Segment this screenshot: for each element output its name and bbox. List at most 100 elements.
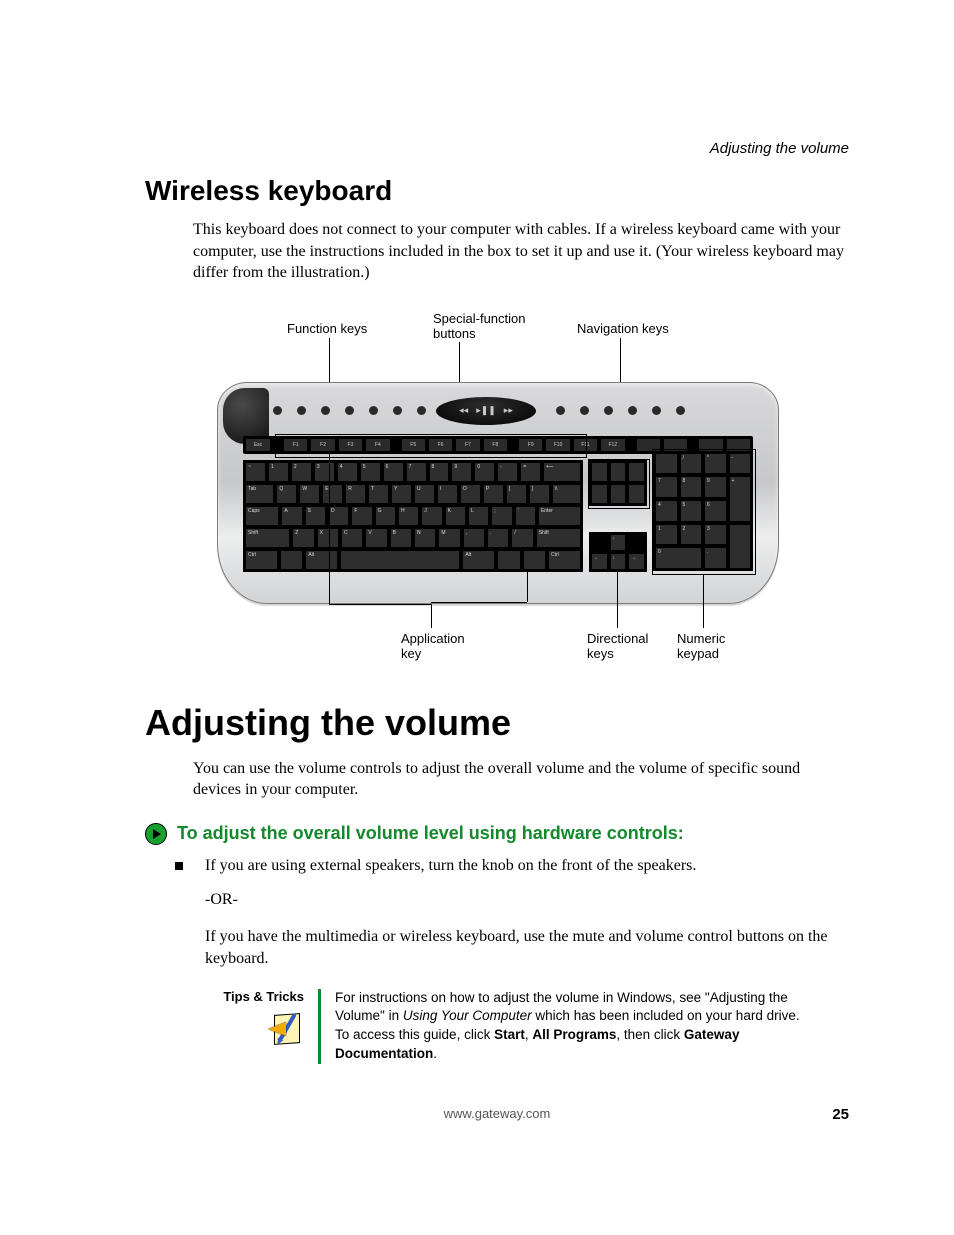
keyboard-figure: Function keys Special-function buttons N… (217, 312, 777, 672)
paragraph-wireless-keyboard: This keyboard does not connect to your c… (145, 219, 849, 284)
media-button-icon (580, 406, 589, 415)
or-separator: -OR- (145, 889, 849, 911)
key: 6 (704, 500, 727, 522)
navigation-cluster (589, 460, 647, 506)
leader-line (329, 454, 330, 604)
key-ctrl: Ctrl (548, 550, 581, 570)
key-win (497, 550, 520, 570)
label-line: Application (401, 631, 465, 646)
key: 7 (406, 462, 427, 482)
play-icon (145, 823, 167, 845)
heading-adjusting-volume: Adjusting the volume (145, 702, 849, 744)
key-shift: Shift (245, 528, 290, 548)
heading-wireless-keyboard: Wireless keyboard (145, 175, 849, 207)
key: U (414, 484, 435, 504)
alpha-key-block: ~ 1 2 3 4 5 6 7 8 9 0 - = ⟵ Tab Q W E R (243, 460, 583, 572)
key: = (520, 462, 541, 482)
label-special-function-buttons: Special-function buttons (433, 312, 526, 342)
media-button-icon (676, 406, 685, 415)
key: / (511, 528, 533, 548)
key: . (487, 528, 509, 548)
key-down: ↓ (610, 553, 627, 570)
key-delete (591, 484, 608, 504)
media-button-icon (321, 406, 330, 415)
key: X (317, 528, 339, 548)
key: 5 (360, 462, 381, 482)
key: Y (391, 484, 412, 504)
key: * (704, 453, 727, 475)
key-f10: F10 (545, 438, 570, 452)
tips-left-column: Tips & Tricks (211, 989, 321, 1065)
key-f6: F6 (428, 438, 453, 452)
leader-line (617, 572, 618, 628)
label-line: keypad (677, 646, 719, 661)
key-application (523, 550, 546, 570)
label-application-key: Application key (401, 632, 465, 662)
key-capslock: Caps (245, 506, 279, 526)
key-home (610, 462, 627, 482)
prev-icon: ◂◂ (459, 405, 468, 416)
media-button-icon (556, 406, 565, 415)
key-shift: Shift (536, 528, 581, 548)
key: - (729, 453, 752, 475)
key: Q (276, 484, 297, 504)
key-f7: F7 (455, 438, 480, 452)
instruction-paragraph: If you have the multimedia or wireless k… (145, 926, 849, 971)
paragraph-adjusting-volume: You can use the volume controls to adjus… (145, 758, 849, 801)
key-f5: F5 (401, 438, 426, 452)
media-button-icon (604, 406, 613, 415)
media-button-icon (369, 406, 378, 415)
key-f4: F4 (365, 438, 390, 452)
key-backspace: ⟵ (543, 462, 581, 482)
key: ; (491, 506, 512, 526)
media-button-icon (297, 406, 306, 415)
key: 0 (655, 547, 702, 569)
key-f11: F11 (573, 438, 598, 452)
tips-title: Tips & Tricks (211, 989, 304, 1004)
key: M (438, 528, 460, 548)
key: 7 (655, 476, 678, 498)
label-line: Directional (587, 631, 648, 646)
page: Adjusting the volume Wireless keyboard T… (0, 0, 954, 1186)
key: 3 (704, 524, 727, 546)
label-navigation-keys: Navigation keys (577, 322, 669, 337)
arrow-cluster: ↑ ← ↓ → (589, 532, 647, 572)
bullet-text: If you are using external speakers, turn… (205, 855, 696, 877)
running-header: Adjusting the volume (710, 140, 849, 157)
label-directional-keys: Directional keys (587, 632, 648, 662)
key: [ (506, 484, 527, 504)
key: P (483, 484, 504, 504)
bullet-item: If you are using external speakers, turn… (145, 855, 849, 877)
square-bullet-icon (175, 862, 183, 870)
key-f2: F2 (310, 438, 335, 452)
numeric-keypad: / * - 7 8 9 + 4 5 6 1 2 3 0 . (653, 451, 753, 571)
key: N (414, 528, 436, 548)
key: I (437, 484, 458, 504)
key: C (341, 528, 363, 548)
key: O (460, 484, 481, 504)
key: A (281, 506, 302, 526)
page-footer: www.gateway.com 25 (145, 1106, 849, 1126)
instruction-heading: To adjust the overall volume level using… (177, 823, 684, 844)
key-enter (729, 524, 752, 569)
media-transport-oval: ◂◂ ▸❚❚ ▸▸ (436, 397, 536, 425)
key-numlock (655, 453, 678, 475)
key: \\ (552, 484, 581, 504)
key: , (463, 528, 485, 548)
key: / (680, 453, 703, 475)
key-insert (591, 462, 608, 482)
key: D (328, 506, 349, 526)
media-button-icon (417, 406, 426, 415)
key: 9 (704, 476, 727, 498)
key: ] (529, 484, 550, 504)
media-button-icon (345, 406, 354, 415)
tips-text-span: , then click (616, 1027, 684, 1042)
key: 1 (655, 524, 678, 546)
key: E (322, 484, 343, 504)
instruction-heading-row: To adjust the overall volume level using… (145, 823, 849, 845)
label-numeric-keypad: Numeric keypad (677, 632, 725, 662)
label-line: Numeric (677, 631, 725, 646)
media-dots-right (556, 406, 685, 415)
key: T (368, 484, 389, 504)
key-tab: Tab (245, 484, 274, 504)
